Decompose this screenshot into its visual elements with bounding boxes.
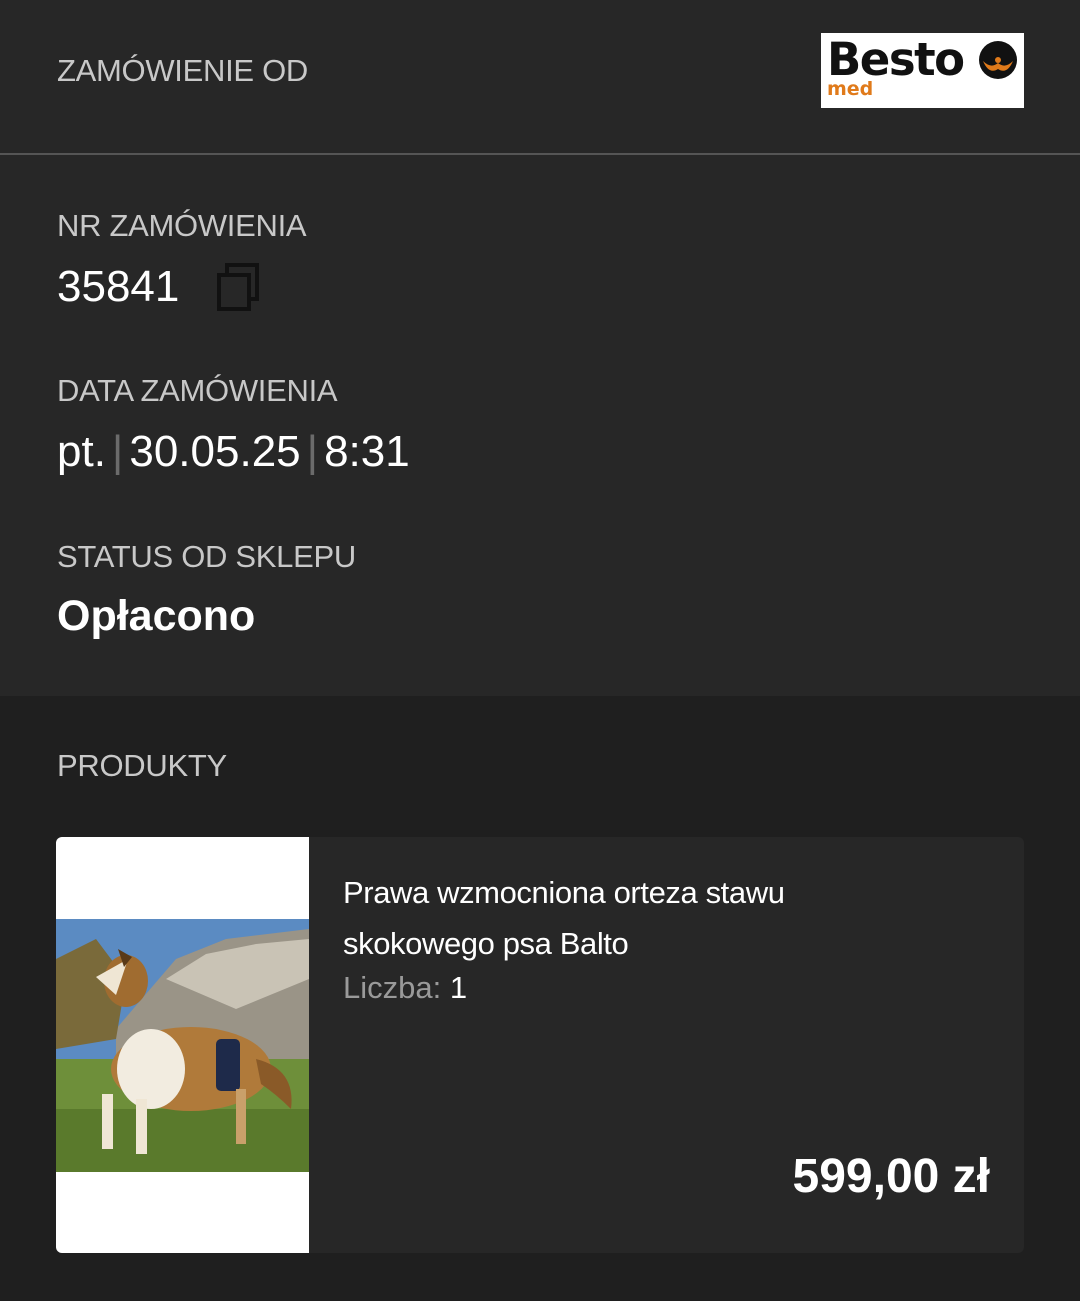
order-date: 30.05.25: [129, 427, 301, 476]
shop-status-label: STATUS OD SKLEPU: [57, 539, 356, 574]
product-price: 599,00 zł: [792, 1150, 990, 1203]
date-separator: |: [111, 427, 124, 476]
order-header: ZAMÓWIENIE OD Besto med: [0, 0, 1080, 154]
products-label: PRODUKTY: [57, 748, 227, 783]
product-image[interactable]: [56, 837, 309, 1253]
time-separator: |: [306, 427, 319, 476]
product-quantity: Liczba: 1: [343, 970, 467, 1006]
dog-photo-image: [56, 919, 309, 1172]
shop-status-value: Opłacono: [57, 592, 256, 640]
copy-icon[interactable]: [216, 262, 262, 312]
order-number: 35841: [57, 262, 180, 311]
shop-logo[interactable]: Besto med: [821, 33, 1024, 108]
dog-face-logo-icon: [979, 41, 1017, 79]
order-number-label: NR ZAMÓWIENIA: [57, 208, 307, 243]
order-date-label: DATA ZAMÓWIENIA: [57, 373, 338, 408]
product-name[interactable]: Prawa wzmocniona orteza stawu skokowego …: [343, 867, 863, 969]
quantity-label: Liczba:: [343, 970, 442, 1005]
order-time: 8:31: [324, 427, 410, 476]
header-title: ZAMÓWIENIE OD: [57, 53, 308, 88]
order-day: pt.: [57, 427, 106, 476]
logo-subtext: med: [827, 78, 874, 100]
product-card[interactable]: Prawa wzmocniona orteza stawu skokowego …: [56, 837, 1024, 1253]
order-date-row: pt. | 30.05.25 | 8:31: [57, 427, 410, 477]
quantity-value: 1: [449, 970, 468, 1005]
